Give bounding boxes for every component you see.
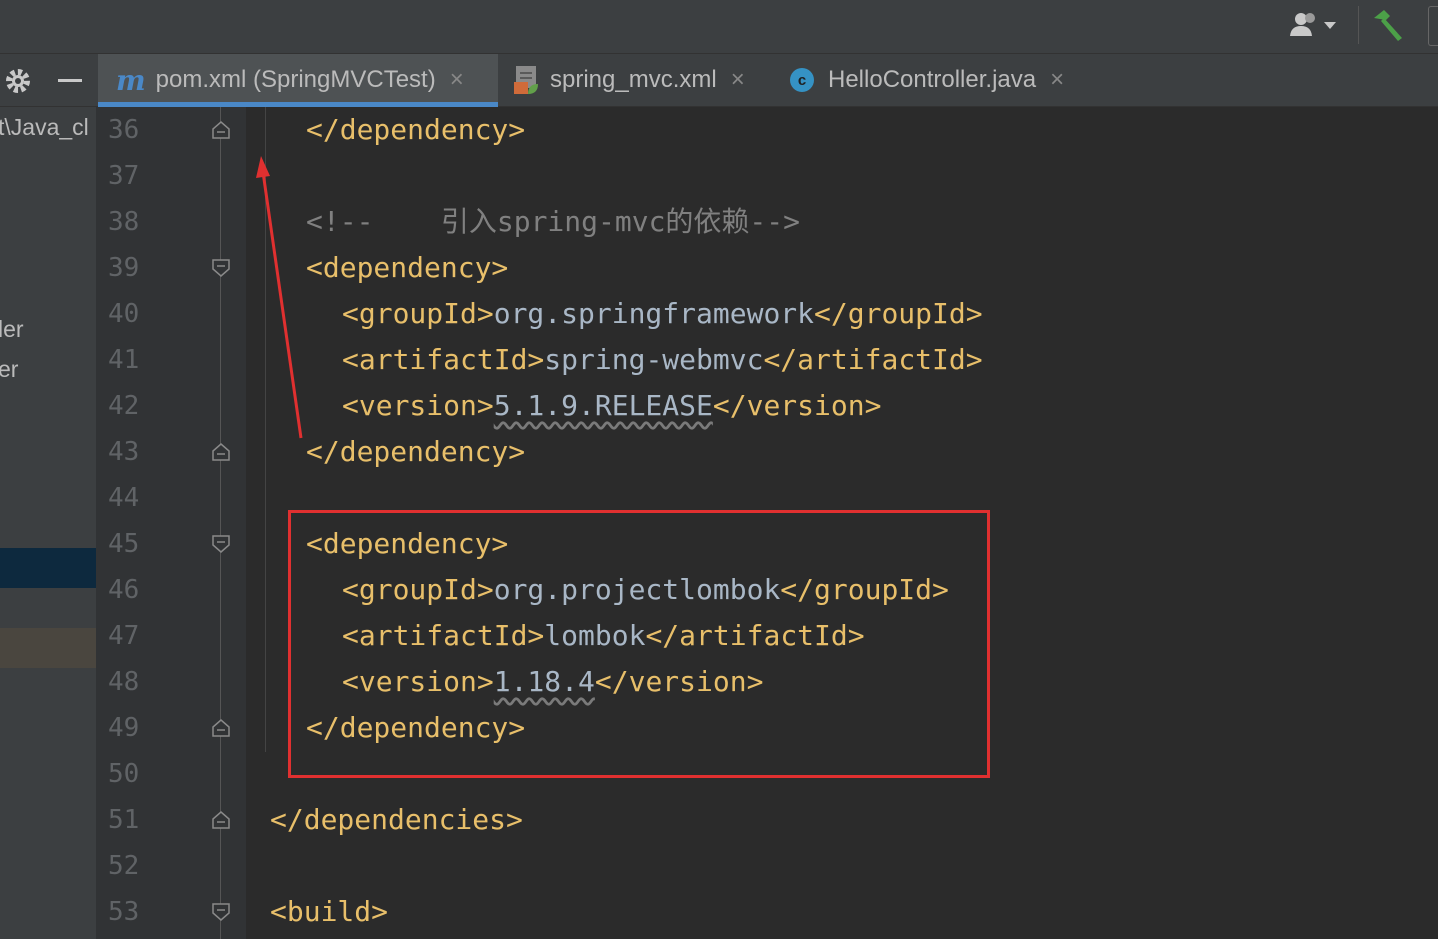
annotation-arrow-icon bbox=[256, 156, 303, 439]
